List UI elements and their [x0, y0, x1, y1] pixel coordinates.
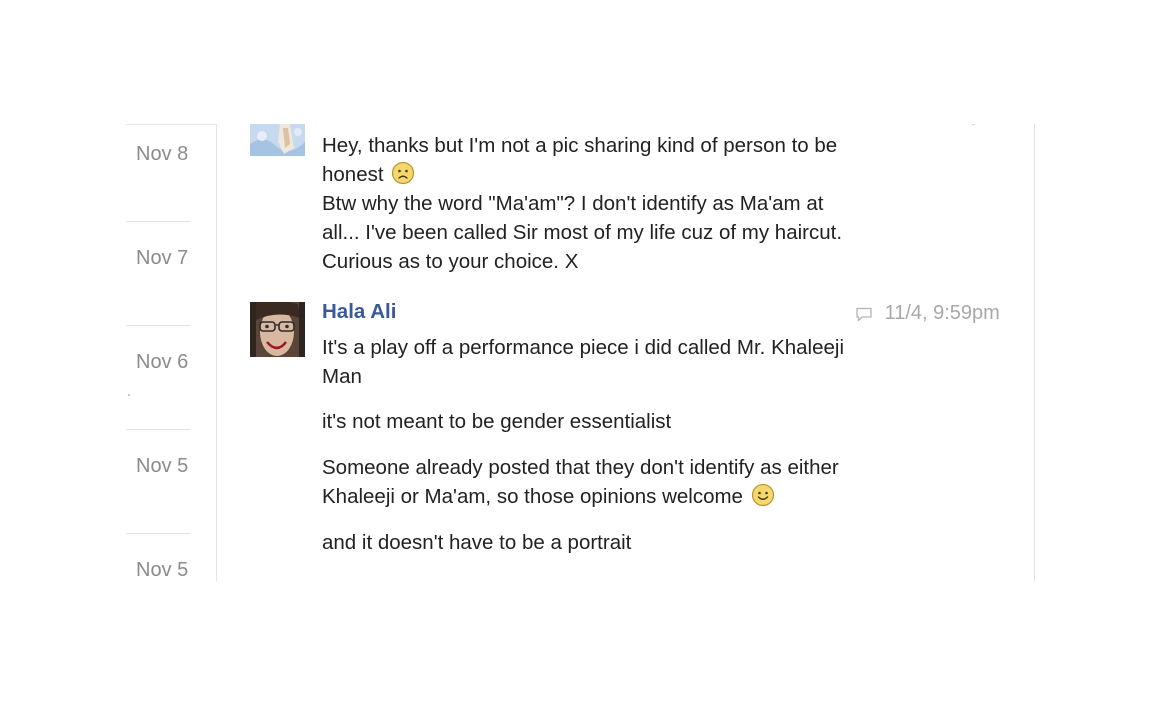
message-line: Curious as to your choice. X — [322, 250, 579, 273]
frown-emoji-icon — [392, 161, 415, 185]
message-line: it's not meant to be gender essentialist — [322, 410, 672, 433]
date-label: Nov 8 — [136, 143, 189, 165]
avatar[interactable] — [250, 124, 305, 156]
date-sidebar: Nov 8 Nov 7 Nov 6 Nov 5 Nov 5 — [126, 124, 217, 581]
chat-bubble-icon — [856, 307, 872, 322]
message-line: and it doesn't have to be a portrait — [322, 531, 632, 554]
divider — [126, 533, 190, 534]
message-line: Btw why the word "Ma'am"? I don't identi… — [322, 192, 824, 215]
message-thread-view: Nov 8 Nov 7 Nov 6 Nov 5 Nov 5 Hey, thank… — [0, 0, 1170, 705]
message-timestamp: 11/4, 9:59pm — [855, 302, 1000, 325]
date-label: Nov 6 — [136, 351, 189, 373]
date-label: Nov 7 — [136, 247, 189, 269]
date-label: Nov 5 — [136, 559, 189, 581]
sender-name-link[interactable]: Hala Ali — [322, 300, 396, 324]
date-label: Nov 5 — [136, 455, 189, 477]
timestamp-text: 11/4, 9:59pm — [884, 302, 1000, 324]
smile-emoji-icon — [751, 483, 774, 507]
message-line-text: Khaleeji or Ma'am, so those opinions wel… — [322, 485, 743, 508]
avatar-image — [250, 302, 305, 357]
message-line: It's a play off a performance piece i di… — [322, 336, 845, 359]
divider — [128, 394, 130, 396]
message-line: honest — [322, 160, 415, 189]
divider — [126, 429, 190, 430]
message-line-text: honest — [322, 163, 384, 186]
message-line: Man — [322, 365, 362, 388]
divider — [126, 124, 216, 125]
avatar-image — [250, 124, 305, 156]
message-line: Hey, thanks but I'm not a pic sharing ki… — [322, 134, 838, 157]
message-line: all... I've been called Sir most of my l… — [322, 221, 843, 244]
message-line: Khaleeji or Ma'am, so those opinions wel… — [322, 482, 775, 511]
divider — [126, 221, 190, 222]
panel-border — [1034, 124, 1035, 581]
message-line: Someone already posted that they don't i… — [322, 456, 839, 479]
divider — [972, 124, 975, 125]
avatar[interactable] — [250, 302, 305, 357]
divider — [126, 325, 190, 326]
